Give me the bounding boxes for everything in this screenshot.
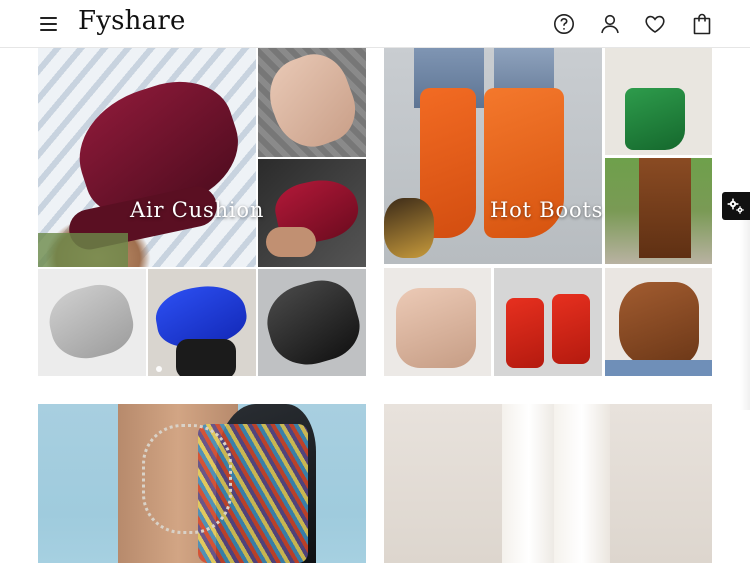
product-image-sneaker-grey: [38, 269, 146, 376]
settings-widget-button[interactable]: [722, 192, 750, 220]
product-image-sneaker-black: [258, 269, 366, 376]
product-image-boots-main: [384, 48, 602, 264]
brand-logo[interactable]: Fyshare: [78, 6, 186, 36]
site-header: Fyshare: [0, 0, 750, 48]
product-image-boots-pink: [384, 268, 491, 376]
carousel-dot[interactable]: [156, 366, 162, 372]
bag-icon[interactable]: [690, 12, 714, 36]
help-icon[interactable]: [552, 12, 576, 36]
product-image-sneaker-red: [258, 159, 366, 267]
product-image-boots-green: [605, 48, 712, 155]
gears-icon: [727, 198, 744, 214]
drawer-edge-shadow: [740, 220, 750, 410]
menu-icon[interactable]: [38, 14, 60, 34]
category-tile-4[interactable]: [384, 404, 712, 563]
product-image-sneaker-nude: [258, 48, 366, 157]
account-icon[interactable]: [598, 12, 622, 36]
product-image-boots-cognac: [605, 268, 712, 376]
category-tile-3[interactable]: [38, 404, 366, 563]
category-label-hot-boots: Hot Boots: [490, 198, 604, 222]
category-label-air-cushion: Air Cushion: [130, 198, 265, 222]
category-tile-hot-boots[interactable]: Hot Boots: [384, 48, 712, 376]
category-tile-air-cushion[interactable]: Air Cushion: [38, 48, 366, 376]
heart-icon[interactable]: [643, 12, 667, 36]
product-image-sneaker-blue: [148, 269, 256, 376]
product-image-boots-brown: [605, 158, 712, 264]
product-image-boots-red: [494, 268, 602, 376]
product-image-sneaker-main: [38, 48, 256, 267]
